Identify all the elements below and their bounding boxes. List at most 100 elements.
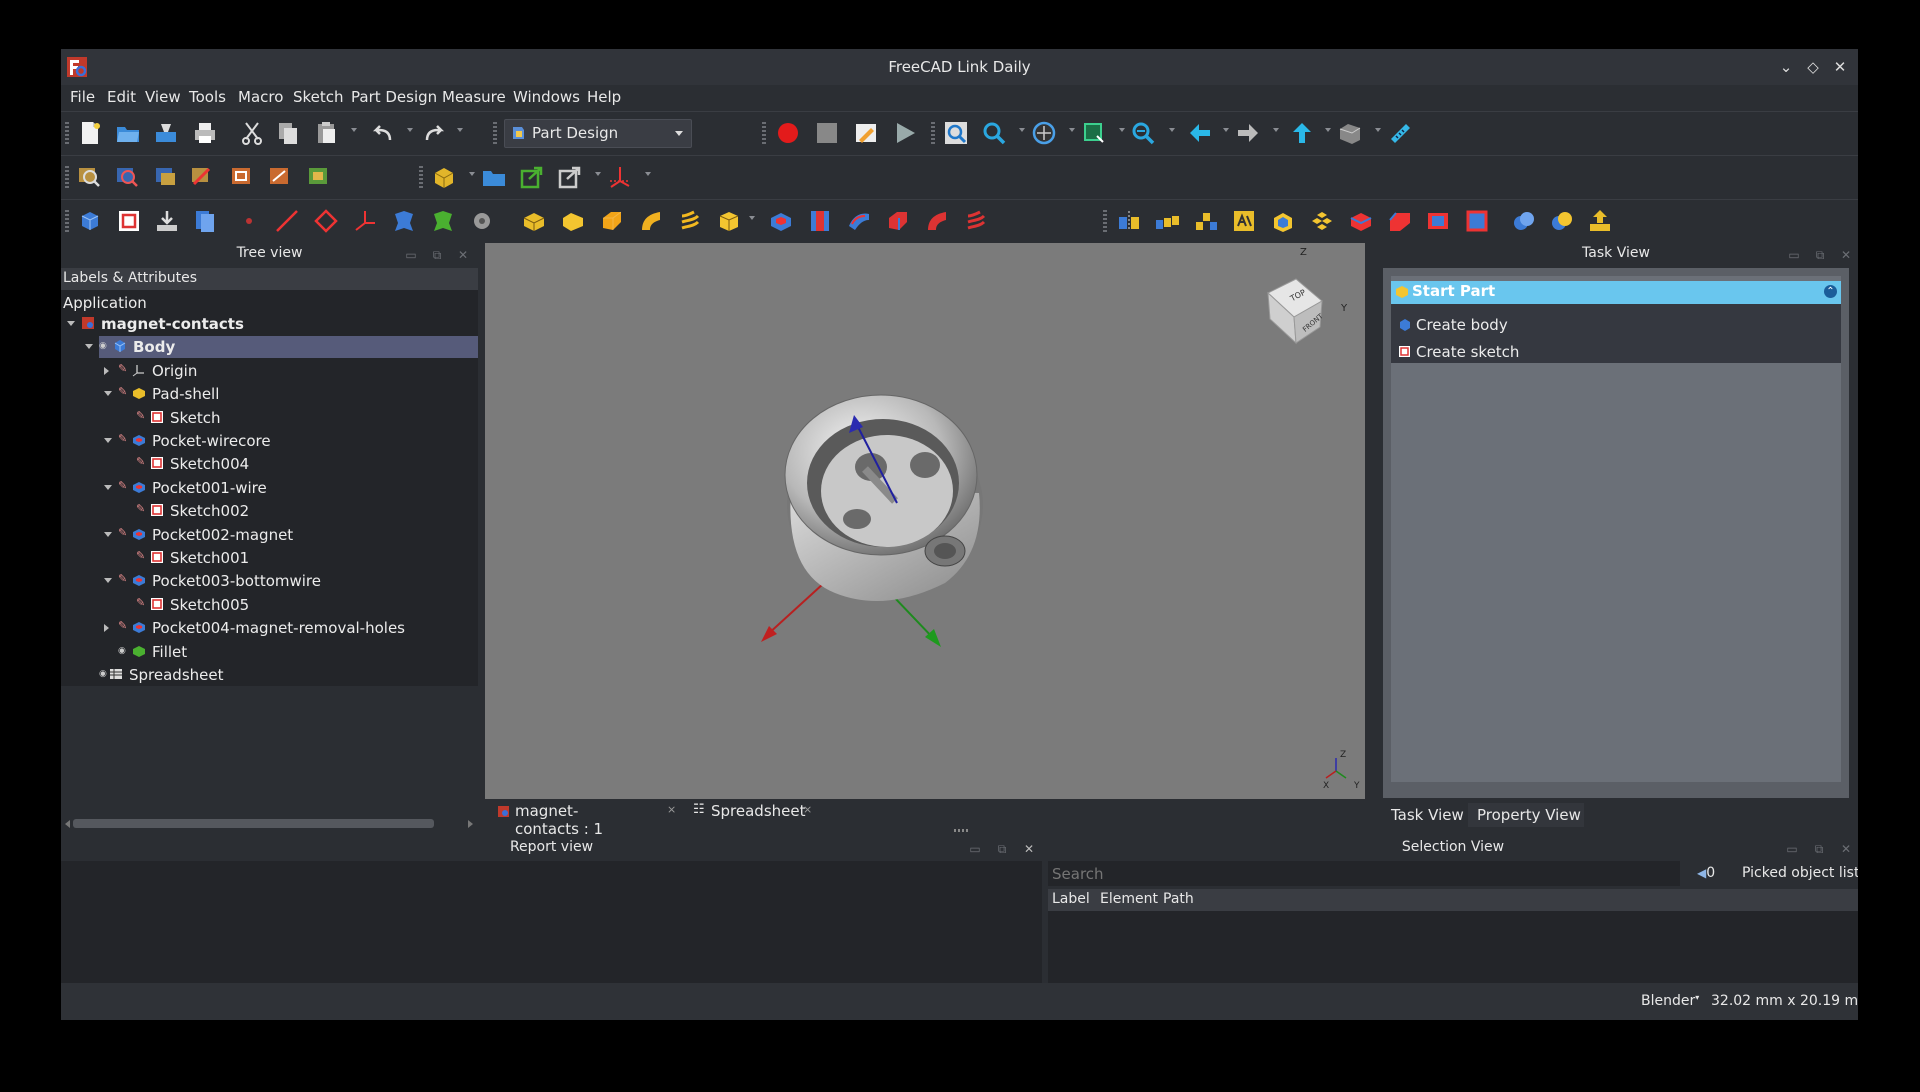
tab-spreadsheet[interactable]: ☷ Spreadsheet ⨯ [693,802,823,824]
workbench-selector[interactable]: Part Design [504,119,692,148]
bounding-box-dropdown-icon[interactable] [1119,128,1125,132]
export-icon[interactable] [1587,208,1613,234]
open-folder-icon[interactable] [115,120,141,146]
toolbar-grip[interactable] [931,122,935,144]
clone-icon[interactable] [192,208,218,234]
datum-plane-icon[interactable] [313,208,339,234]
menu-part-design[interactable]: Part Design [351,88,437,106]
zoom-dropdown-icon[interactable] [1019,128,1025,132]
panel-undock-icon[interactable]: ⧉ [1813,248,1827,262]
menu-sketch[interactable]: Sketch [293,88,344,106]
paste-icon[interactable] [314,120,340,146]
tree-item[interactable]: ◉ Spreadsheet [61,664,478,686]
revolution-icon[interactable] [560,208,586,234]
generic-pattern-icon[interactable] [1309,208,1335,234]
tree-item[interactable]: ✎ Sketch [61,407,478,429]
tree-item[interactable]: ✎ Pocket004-magnet-removal-holes [61,617,478,639]
tree-item[interactable]: ✎ Sketch002 [61,500,478,522]
expand-down-icon[interactable] [85,344,93,349]
panel-close-icon[interactable]: ✕ [1839,842,1853,856]
panel-float-icon[interactable]: ▭ [968,842,982,856]
column-element[interactable]: Element [1100,891,1158,907]
select-filter-icon[interactable] [114,164,140,190]
picked-object-list-toggle[interactable]: Picked object list [1742,865,1858,881]
subtractive-helix-icon[interactable] [963,208,989,234]
select-filter-icon[interactable] [153,164,179,190]
redo-icon[interactable] [421,120,447,146]
bounding-box-icon[interactable] [1081,120,1107,146]
tree-item[interactable]: magnet-contacts [61,313,478,335]
tree-item[interactable]: ✎ Sketch004 [61,453,478,475]
select-filter-icon[interactable] [306,164,332,190]
undo-icon[interactable] [370,120,396,146]
toolbar-grip[interactable] [65,122,69,144]
print-icon[interactable] [192,120,218,146]
expand-right-icon[interactable] [104,367,109,375]
chamfer-icon[interactable] [1387,208,1413,234]
std-views-icon[interactable] [1130,120,1156,146]
hidden-state-icon[interactable]: ✎ [118,385,127,398]
panel-undock-icon[interactable]: ⧉ [430,248,444,262]
mirrored-icon[interactable] [1116,208,1142,234]
view-box-dropdown-icon[interactable] [1375,128,1381,132]
tab-task-view[interactable]: Task View [1383,803,1467,827]
subtractive-loft-icon[interactable] [885,208,911,234]
visibility-eye-icon[interactable]: ◉ [99,669,107,679]
additive-pipe-icon[interactable] [638,208,664,234]
column-label[interactable]: Label [1052,891,1090,907]
link-actions-icon[interactable] [557,164,583,190]
menu-measure[interactable]: Measure [442,88,506,106]
hidden-state-icon[interactable]: ✎ [118,526,127,539]
boolean-fuse-icon[interactable] [1549,208,1575,234]
boolean-icon[interactable] [1511,208,1537,234]
tree-item[interactable]: ✎ Pocket001-wire [61,477,478,499]
datum-line-icon[interactable] [274,208,300,234]
start-part-header[interactable]: Start Part ⌃ [1391,281,1841,304]
visibility-eye-icon[interactable]: ◉ [99,341,107,351]
minimize-icon[interactable]: ⌄ [1775,56,1797,78]
toolbar-grip[interactable] [65,166,69,188]
panel-undock-icon[interactable]: ⧉ [1812,842,1826,856]
toolbar-grip[interactable] [493,122,497,144]
toolbar-grip[interactable] [419,166,423,188]
panel-undock-icon[interactable]: ⧉ [995,842,1009,856]
panel-close-icon[interactable]: ✕ [1839,248,1853,262]
create-part-icon[interactable] [431,164,457,190]
hidden-state-icon[interactable]: ✎ [136,455,145,468]
create-part-dropdown-icon[interactable] [469,172,475,176]
selection-list[interactable] [1048,911,1858,983]
tab-close-icon[interactable]: ⨯ [667,803,676,816]
select-filter-icon[interactable] [189,164,215,190]
tree-item[interactable]: ✎ Origin [61,360,478,382]
panel-close-icon[interactable]: ✕ [456,248,470,262]
tree-item[interactable]: ✎ Pocket-wirecore [61,430,478,452]
additive-primitive-dropdown-icon[interactable] [749,216,755,220]
linear-pattern-icon[interactable] [1154,208,1180,234]
new-document-icon[interactable] [77,120,103,146]
menu-tools[interactable]: Tools [189,88,226,106]
tree-item[interactable]: ✎ Pocket002-magnet [61,524,478,546]
draw-style-dropdown-icon[interactable] [1069,128,1075,132]
draw-style-icon[interactable] [1031,120,1057,146]
nav-back-dropdown-icon[interactable] [1223,128,1229,132]
sub-object-shape-icon[interactable] [469,208,495,234]
tree-item[interactable]: ✎ Pad-shell [61,383,478,405]
fit-all-icon[interactable] [943,120,969,146]
expand-down-icon[interactable] [67,321,75,326]
toolbar-grip[interactable] [1103,210,1107,232]
paste-dropdown-icon[interactable] [351,128,357,132]
hidden-state-icon[interactable]: ✎ [136,549,145,562]
subshape-binder-icon[interactable] [430,208,456,234]
select-filter-icon[interactable] [76,164,102,190]
3d-viewport[interactable]: TOP FRONT Z Y Z X Y [485,243,1365,799]
view-box-icon[interactable] [1337,120,1363,146]
expand-down-icon[interactable] [104,391,112,396]
hidden-state-icon[interactable]: ✎ [136,502,145,515]
tab-close-icon[interactable]: ⨯ [803,803,812,816]
nav-forward-icon[interactable] [1235,120,1261,146]
expand-right-icon[interactable] [104,624,109,632]
panel-float-icon[interactable]: ▭ [1785,842,1799,856]
expand-down-icon[interactable] [104,485,112,490]
tab-magnet-contacts[interactable]: magnet-contacts : 1 ⨯ [497,802,676,838]
select-filter-icon[interactable] [229,164,255,190]
